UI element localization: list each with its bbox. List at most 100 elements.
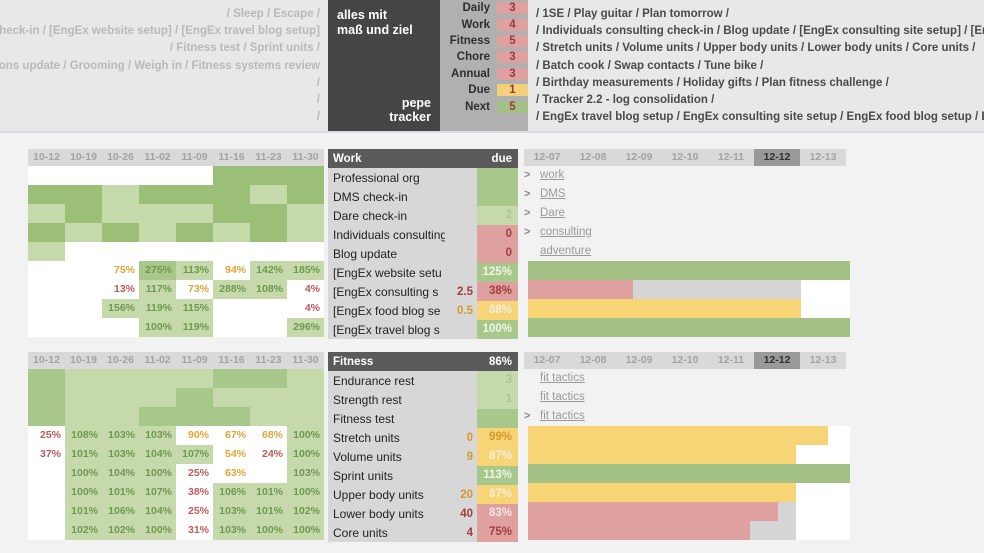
heatmap-cell[interactable]: 103% — [213, 521, 250, 540]
heatmap-cell[interactable]: 100% — [287, 445, 324, 464]
timeline-col-header[interactable]: 12-11 — [708, 352, 754, 369]
count-row-daily[interactable]: Daily 3 — [440, 0, 528, 16]
progress-bar[interactable] — [528, 261, 850, 280]
heatmap-cell[interactable]: 13% — [102, 280, 139, 299]
timeline-link[interactable]: DMS — [540, 185, 566, 204]
heatmap-cell[interactable]: 296% — [287, 318, 324, 337]
count-row-annual[interactable]: Annual 3 — [440, 66, 528, 82]
heatmap-cell[interactable]: 25% — [176, 502, 213, 521]
progress-bar[interactable] — [528, 464, 850, 483]
heatmap-cell[interactable]: 100% — [65, 464, 102, 483]
heatmap-cell[interactable]: 102% — [65, 521, 102, 540]
heatmap-cell[interactable]: 100% — [250, 521, 287, 540]
heatmap-cell[interactable] — [176, 369, 213, 388]
table-row[interactable]: [EngEx website setu 125% — [328, 263, 518, 282]
timeline-col-header[interactable]: 12-08 — [570, 352, 616, 369]
heatmap-cell[interactable]: 275% — [139, 261, 176, 280]
timeline-link[interactable]: consulting — [540, 223, 592, 242]
heatmap-cell[interactable] — [65, 407, 102, 426]
heatmap-cell[interactable] — [250, 204, 287, 223]
heatmap-cell[interactable] — [139, 185, 176, 204]
heatmap-cell[interactable]: 101% — [65, 445, 102, 464]
heatmap-cell[interactable]: 100% — [287, 483, 324, 502]
heatmap-cell[interactable] — [28, 388, 65, 407]
heatmap-cell[interactable] — [28, 502, 65, 521]
heatmap-cell[interactable] — [102, 242, 139, 261]
table-row[interactable]: [EngEx consulting s 2.5 38% — [328, 282, 518, 301]
table-row[interactable]: Sprint units 113% — [328, 466, 518, 485]
heatmap-cell[interactable]: 100% — [287, 521, 324, 540]
heatmap-cell[interactable] — [213, 204, 250, 223]
timeline-col-header[interactable]: 12-10 — [662, 149, 708, 166]
heatmap-cell[interactable] — [102, 369, 139, 388]
heatmap-cell[interactable] — [250, 299, 287, 318]
heatmap-cell[interactable] — [213, 407, 250, 426]
heatmap-cell[interactable] — [28, 280, 65, 299]
table-row[interactable]: Strength rest 1 — [328, 390, 518, 409]
timeline-col-header[interactable]: 12-13 — [800, 352, 846, 369]
heatmap-cell[interactable]: 101% — [250, 502, 287, 521]
heatmap-cell[interactable] — [102, 318, 139, 337]
timeline-col-header[interactable]: 12-11 — [708, 149, 754, 166]
timeline-link[interactable]: fit tactics — [540, 388, 585, 407]
table-row[interactable]: DMS check-in — [328, 187, 518, 206]
table-row[interactable]: Endurance rest 3 — [328, 371, 518, 390]
heatmap-cell[interactable] — [287, 223, 324, 242]
heatmap-cell[interactable]: 185% — [287, 261, 324, 280]
heatmap-cell[interactable] — [28, 464, 65, 483]
timeline-col-header[interactable]: 12-07 — [524, 149, 570, 166]
heatmap-cell[interactable] — [28, 223, 65, 242]
heatmap-cell[interactable]: 117% — [139, 280, 176, 299]
progress-bar[interactable] — [528, 299, 850, 318]
heatmap-cell[interactable] — [213, 242, 250, 261]
heatmap-cell[interactable] — [65, 261, 102, 280]
timeline-link[interactable]: work — [540, 166, 564, 185]
heatmap-cell[interactable] — [213, 223, 250, 242]
progress-bar[interactable] — [528, 502, 850, 521]
chevron-right-icon[interactable]: > — [524, 204, 530, 223]
heatmap-cell[interactable] — [250, 318, 287, 337]
heatmap-cell[interactable] — [213, 388, 250, 407]
heatmap-cell[interactable] — [65, 204, 102, 223]
timeline-col-header[interactable]: 12-13 — [800, 149, 846, 166]
heatmap-cell[interactable] — [28, 242, 65, 261]
table-row[interactable]: Dare check-in 2 — [328, 206, 518, 225]
table-row[interactable]: Upper body units 20 87% — [328, 485, 518, 504]
timeline-col-header[interactable]: 12-09 — [616, 149, 662, 166]
heatmap-cell[interactable]: 119% — [139, 299, 176, 318]
heatmap-cell[interactable]: 4% — [287, 280, 324, 299]
progress-bar[interactable] — [528, 318, 850, 337]
heatmap-cell[interactable] — [65, 242, 102, 261]
heatmap-cell[interactable]: 103% — [102, 426, 139, 445]
heatmap-cell[interactable] — [250, 185, 287, 204]
heatmap-cell[interactable]: 108% — [250, 280, 287, 299]
heatmap-cell[interactable]: 106% — [213, 483, 250, 502]
heatmap-cell[interactable]: 103% — [102, 445, 139, 464]
heatmap-cell[interactable]: 25% — [176, 464, 213, 483]
heatmap-cell[interactable]: 108% — [65, 426, 102, 445]
count-row-chore[interactable]: Chore 3 — [440, 49, 528, 65]
timeline-col-header[interactable]: 12-09 — [616, 352, 662, 369]
heatmap-cell[interactable]: 104% — [102, 464, 139, 483]
table-row[interactable]: Stretch units 0 99% — [328, 428, 518, 447]
table-row[interactable]: Professional org — [328, 168, 518, 187]
heatmap-cell[interactable] — [213, 369, 250, 388]
heatmap-cell[interactable] — [287, 185, 324, 204]
heatmap-cell[interactable] — [250, 407, 287, 426]
heatmap-cell[interactable]: 101% — [65, 502, 102, 521]
heatmap-cell[interactable] — [287, 388, 324, 407]
count-row-next[interactable]: Next 5 — [440, 98, 528, 114]
table-row[interactable]: Core units 4 75% — [328, 523, 518, 542]
heatmap-cell[interactable] — [28, 369, 65, 388]
timeline-col-header-today[interactable]: 12-12 — [754, 149, 800, 166]
heatmap-cell[interactable] — [28, 166, 65, 185]
heatmap-cell[interactable] — [65, 299, 102, 318]
heatmap-cell[interactable] — [139, 242, 176, 261]
heatmap-cell[interactable] — [28, 185, 65, 204]
heatmap-cell[interactable] — [250, 388, 287, 407]
heatmap-cell[interactable] — [176, 388, 213, 407]
heatmap-cell[interactable] — [139, 407, 176, 426]
heatmap-cell[interactable]: 100% — [139, 318, 176, 337]
heatmap-cell[interactable] — [176, 166, 213, 185]
heatmap-cell[interactable] — [287, 407, 324, 426]
